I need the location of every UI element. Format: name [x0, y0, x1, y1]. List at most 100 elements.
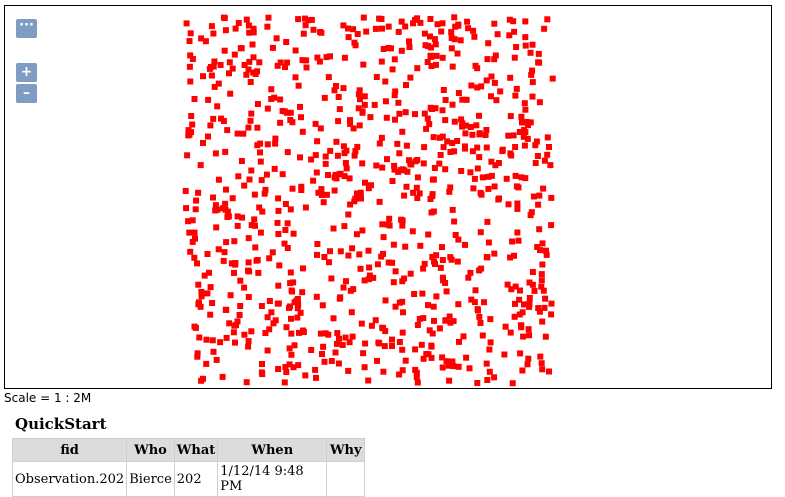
map-feature-point[interactable] [456, 338, 462, 345]
map-feature-point[interactable] [373, 162, 380, 169]
map-feature-point[interactable] [185, 218, 192, 225]
map-feature-point[interactable] [481, 299, 487, 306]
map-feature-point[interactable] [271, 165, 278, 172]
map-feature-point[interactable] [487, 339, 494, 346]
map-feature-point[interactable] [389, 259, 396, 266]
map-feature-point[interactable] [529, 269, 536, 275]
map-feature-point[interactable] [365, 377, 372, 384]
map-feature-point[interactable] [210, 348, 217, 355]
map-feature-point[interactable] [511, 313, 518, 320]
map-feature-point[interactable] [382, 297, 389, 304]
map-feature-point[interactable] [343, 165, 350, 172]
map-feature-point[interactable] [234, 130, 241, 137]
map-feature-point[interactable] [341, 223, 348, 230]
map-feature-point[interactable] [275, 231, 282, 237]
map-feature-point[interactable] [402, 357, 409, 364]
map-feature-point[interactable] [328, 358, 335, 364]
map-feature-point[interactable] [281, 379, 288, 386]
map-feature-point[interactable] [462, 130, 469, 137]
map-feature-point[interactable] [255, 269, 262, 276]
map-feature-point[interactable] [440, 144, 447, 151]
map-feature-point[interactable] [433, 293, 440, 300]
map-feature-point[interactable] [518, 113, 525, 120]
map-feature-point[interactable] [200, 73, 206, 80]
map-feature-point[interactable] [351, 39, 358, 46]
map-feature-point[interactable] [399, 298, 406, 305]
map-feature-point[interactable] [293, 297, 300, 304]
map-feature-point[interactable] [474, 306, 481, 313]
map-feature-point[interactable] [476, 313, 483, 320]
map-feature-point[interactable] [374, 261, 381, 268]
map-feature-point[interactable] [308, 347, 315, 353]
map-feature-point[interactable] [283, 39, 290, 45]
map-feature-point[interactable] [222, 200, 229, 207]
map-feature-point[interactable] [450, 318, 457, 325]
layer-switcher-button[interactable]: ··· [16, 19, 37, 38]
map-feature-point[interactable] [356, 251, 363, 258]
map-feature-point[interactable] [231, 238, 238, 245]
map-feature-point[interactable] [337, 294, 344, 301]
map-feature-point[interactable] [537, 353, 544, 360]
map-feature-point[interactable] [273, 35, 280, 42]
map-feature-point[interactable] [303, 64, 310, 71]
map-feature-point[interactable] [471, 33, 478, 40]
map-feature-point[interactable] [483, 360, 490, 367]
map-feature-point[interactable] [250, 54, 257, 61]
map-feature-point[interactable] [399, 329, 406, 336]
map-feature-point[interactable] [491, 183, 498, 190]
map-feature-point[interactable] [234, 222, 241, 229]
map-feature-point[interactable] [249, 41, 256, 48]
map-feature-point[interactable] [229, 65, 236, 72]
map-feature-point[interactable] [314, 54, 321, 61]
map-feature-point[interactable] [524, 361, 531, 368]
map-feature-point[interactable] [335, 360, 342, 367]
map-feature-point[interactable] [426, 121, 433, 128]
map-feature-point[interactable] [197, 303, 204, 310]
map-feature-point[interactable] [231, 51, 238, 58]
map-feature-point[interactable] [540, 185, 547, 192]
map-feature-point[interactable] [341, 150, 348, 157]
map-feature-point[interactable] [542, 295, 549, 302]
map-feature-point[interactable] [321, 94, 328, 101]
map-feature-point[interactable] [192, 324, 199, 331]
map-feature-point[interactable] [314, 251, 320, 258]
map-feature-point[interactable] [382, 78, 389, 85]
map-feature-point[interactable] [469, 148, 476, 155]
map-feature-point[interactable] [279, 171, 286, 178]
map-feature-point[interactable] [425, 302, 431, 309]
map-feature-point[interactable] [322, 160, 329, 167]
map-feature-point[interactable] [534, 153, 541, 159]
map-feature-point[interactable] [223, 239, 230, 246]
map-feature-point[interactable] [222, 27, 229, 34]
map-feature-point[interactable] [349, 245, 356, 252]
map-feature-point[interactable] [378, 58, 385, 65]
map-feature-point[interactable] [509, 238, 516, 245]
map-feature-point[interactable] [241, 182, 248, 189]
map-feature-point[interactable] [522, 34, 529, 41]
map-feature-point[interactable] [382, 98, 389, 105]
map-feature-point[interactable] [368, 182, 374, 189]
map-feature-point[interactable] [274, 219, 281, 226]
zoom-out-button[interactable]: – [16, 84, 37, 103]
map-feature-point[interactable] [288, 315, 294, 322]
map-feature-point[interactable] [286, 361, 293, 368]
map-feature-point[interactable] [318, 192, 325, 198]
map-feature-point[interactable] [275, 207, 282, 214]
map-feature-point[interactable] [266, 255, 273, 262]
map-feature-point[interactable] [359, 160, 366, 167]
map-feature-point[interactable] [211, 83, 218, 90]
map-feature-point[interactable] [522, 42, 529, 49]
map-feature-point[interactable] [198, 35, 205, 42]
map-feature-point[interactable] [321, 254, 328, 260]
map-feature-point[interactable] [279, 108, 286, 114]
map-feature-point[interactable] [220, 257, 227, 264]
map-feature-point[interactable] [455, 90, 462, 96]
map-feature-point[interactable] [183, 20, 190, 27]
map-feature-point[interactable] [536, 192, 543, 199]
map-feature-point[interactable] [416, 190, 423, 197]
map-feature-point[interactable] [467, 269, 474, 276]
map-feature-point[interactable] [373, 74, 380, 80]
map-feature-point[interactable] [468, 82, 475, 89]
map-feature-point[interactable] [380, 234, 387, 241]
map-feature-point[interactable] [483, 144, 490, 151]
